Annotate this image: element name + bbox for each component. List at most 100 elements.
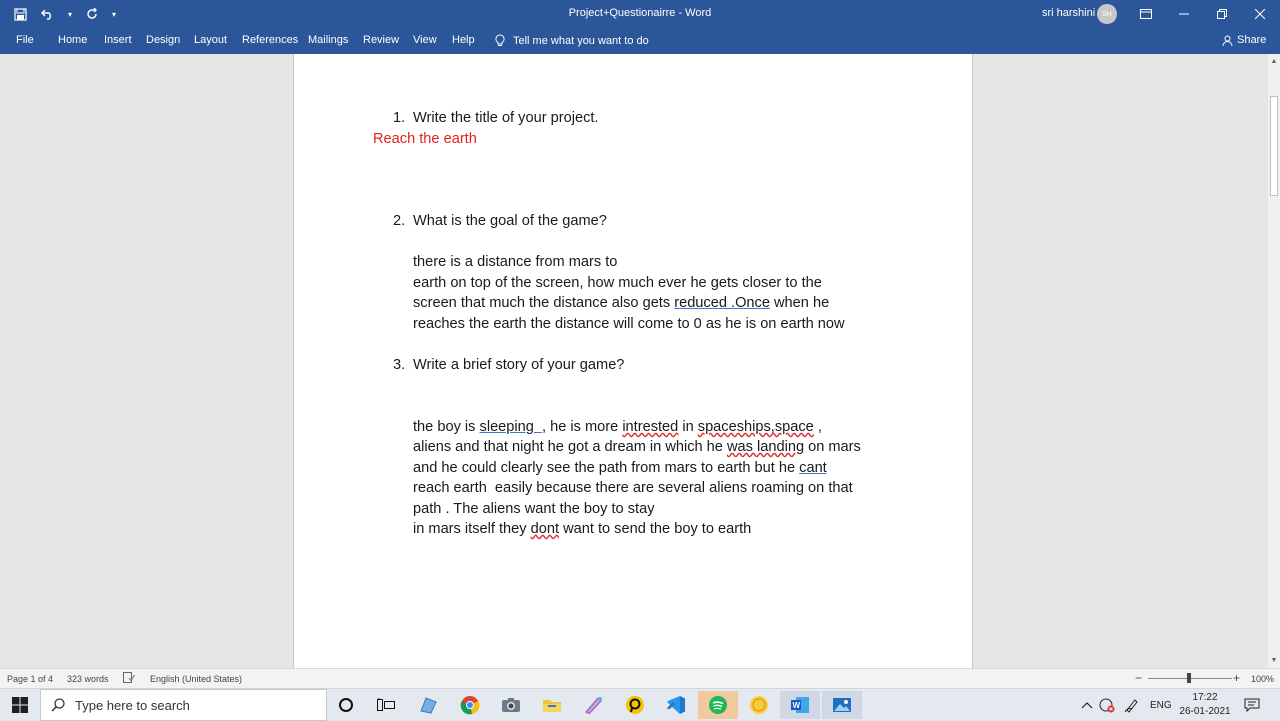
zoom-in-icon[interactable]: +	[1233, 671, 1240, 685]
text-run: on mars	[804, 439, 861, 455]
word-icon[interactable]: W	[780, 691, 820, 719]
answer-1: Reach the earth	[373, 131, 477, 147]
spelling-flag[interactable]: spaceships,space	[698, 419, 814, 435]
lightbulb-icon	[495, 34, 505, 46]
windows-start-icon[interactable]	[0, 689, 40, 721]
camera-icon[interactable]	[491, 691, 531, 719]
scrollbar-thumb[interactable]	[1270, 96, 1278, 196]
pen-icon[interactable]	[1124, 689, 1140, 721]
grammar-flag[interactable]: cant	[799, 460, 827, 476]
ribbon-display-options-icon[interactable]	[1127, 0, 1165, 28]
answer-3-line: reach earth easily because there are sev…	[413, 480, 853, 496]
share-label: Share	[1237, 34, 1267, 46]
text-run: in mars itself they	[413, 521, 531, 537]
search-icon	[51, 698, 65, 712]
cortana-icon[interactable]	[326, 691, 366, 719]
text-run: when he	[769, 295, 830, 311]
clock-time: 17:22	[1192, 692, 1218, 703]
avatar[interactable]: SH	[1097, 4, 1117, 24]
zoom-out-icon[interactable]: −	[1135, 671, 1142, 685]
user-name[interactable]: sri harshini	[1042, 7, 1095, 19]
app-yellow-icon[interactable]	[615, 691, 655, 719]
word-count[interactable]: 323 words	[67, 674, 109, 684]
answer-3-line: aliens and that night he got a dream in …	[413, 439, 861, 455]
tab-layout[interactable]: Layout	[194, 34, 227, 46]
restore-icon[interactable]	[1203, 0, 1241, 28]
grammar-flag[interactable]: sleeping ,	[480, 419, 547, 435]
page-count[interactable]: Page 1 of 4	[7, 674, 53, 684]
answer-2-line: reaches the earth the distance will come…	[413, 316, 845, 332]
answer-3-line: and he could clearly see the path from m…	[413, 460, 827, 476]
answer-2-line: earth on top of the screen, how much eve…	[413, 275, 822, 291]
tab-insert[interactable]: Insert	[104, 34, 132, 46]
language-indicator[interactable]: English (United States)	[150, 674, 242, 684]
text-run: in	[678, 419, 698, 435]
answer-2-line: there is a distance from mars to	[413, 254, 618, 270]
question-3: Write a brief story of your game?	[413, 357, 625, 373]
task-view-icon[interactable]	[366, 691, 406, 719]
tab-references[interactable]: References	[242, 34, 298, 46]
spelling-flag[interactable]: dont	[531, 521, 559, 537]
title-bar: ▾ ▾ Project+Questionairre - Word sri har…	[0, 0, 1280, 28]
search-placeholder: Type here to search	[75, 697, 190, 713]
text-run: and he could clearly see the path from m…	[413, 460, 800, 476]
spelling-flag[interactable]: was landing	[727, 439, 804, 455]
tab-file[interactable]: File	[16, 34, 34, 46]
photos-icon[interactable]	[822, 691, 862, 719]
tab-help[interactable]: Help	[452, 34, 475, 46]
answer-3-line: path . The aliens want the boy to stay	[413, 501, 655, 517]
taskbar: Type here to search W ENG 17:22 26-01-20…	[0, 688, 1280, 721]
zoom-slider-thumb[interactable]	[1187, 673, 1191, 683]
question-1: Write the title of your project.	[413, 110, 599, 126]
text-run: aliens and that night he got a dream in …	[413, 439, 727, 455]
minimize-icon[interactable]	[1165, 0, 1203, 28]
status-bar: Page 1 of 4 323 words English (United St…	[0, 668, 1280, 688]
notifications-icon[interactable]	[1244, 689, 1260, 721]
document-page[interactable]: 1. Write the title of your project. Reac…	[293, 54, 973, 668]
proofing-icon[interactable]	[123, 672, 135, 685]
spelling-flag[interactable]: intrested	[622, 419, 678, 435]
svg-text:W: W	[793, 701, 801, 710]
tell-me-label: Tell me what you want to do	[513, 34, 649, 47]
scroll-down-icon[interactable]: ▼	[1270, 657, 1278, 665]
text-run: want to send the boy to earth	[559, 521, 752, 537]
zoom-level[interactable]: 100%	[1251, 674, 1274, 684]
tell-me-search[interactable]: Tell me what you want to do	[495, 34, 649, 47]
vscode-icon[interactable]	[656, 691, 696, 719]
tab-home[interactable]: Home	[58, 34, 87, 46]
sticker-app-icon[interactable]	[739, 691, 779, 719]
show-hidden-icons-icon[interactable]	[1081, 689, 1093, 721]
tab-review[interactable]: Review	[363, 34, 399, 46]
share-button[interactable]: Share	[1222, 34, 1266, 46]
chrome-icon[interactable]	[450, 691, 490, 719]
text-run: he is more	[546, 419, 623, 435]
paint-icon[interactable]	[574, 691, 614, 719]
scroll-up-icon[interactable]: ▲	[1270, 58, 1278, 66]
input-language[interactable]: ENG	[1150, 689, 1172, 721]
spotify-icon[interactable]	[698, 691, 738, 719]
text-run: the boy is	[413, 419, 480, 435]
paint-3d-icon[interactable]	[408, 691, 448, 719]
answer-3-line: the boy is sleeping , he is more intrest…	[413, 419, 822, 435]
close-icon[interactable]	[1241, 0, 1279, 28]
taskbar-search-box[interactable]: Type here to search	[40, 689, 327, 721]
grammar-flag[interactable]: reduced .Once	[674, 295, 770, 311]
clock[interactable]: 17:22 26-01-2021	[1170, 691, 1240, 719]
file-explorer-icon[interactable]	[532, 691, 572, 719]
text-run: ,	[813, 419, 822, 435]
clock-date: 26-01-2021	[1179, 706, 1231, 717]
ribbon-tabs: File Home Insert Design Layout Reference…	[0, 28, 1280, 54]
document-area: 1. Write the title of your project. Reac…	[0, 54, 1268, 668]
tab-view[interactable]: View	[413, 34, 437, 46]
list-number: 2.	[393, 213, 406, 229]
person-icon	[1222, 35, 1233, 46]
text-run: screen that much the distance also gets	[413, 295, 675, 311]
vertical-scrollbar[interactable]: ▲ ▼	[1268, 54, 1280, 668]
answer-2-line: screen that much the distance also gets …	[413, 295, 829, 311]
question-2: What is the goal of the game?	[413, 213, 607, 229]
list-number: 3.	[393, 357, 406, 373]
network-icon[interactable]	[1098, 689, 1116, 721]
tab-mailings[interactable]: Mailings	[308, 34, 348, 46]
tab-design[interactable]: Design	[146, 34, 180, 46]
answer-3-line: in mars itself they dont want to send th…	[413, 521, 751, 537]
